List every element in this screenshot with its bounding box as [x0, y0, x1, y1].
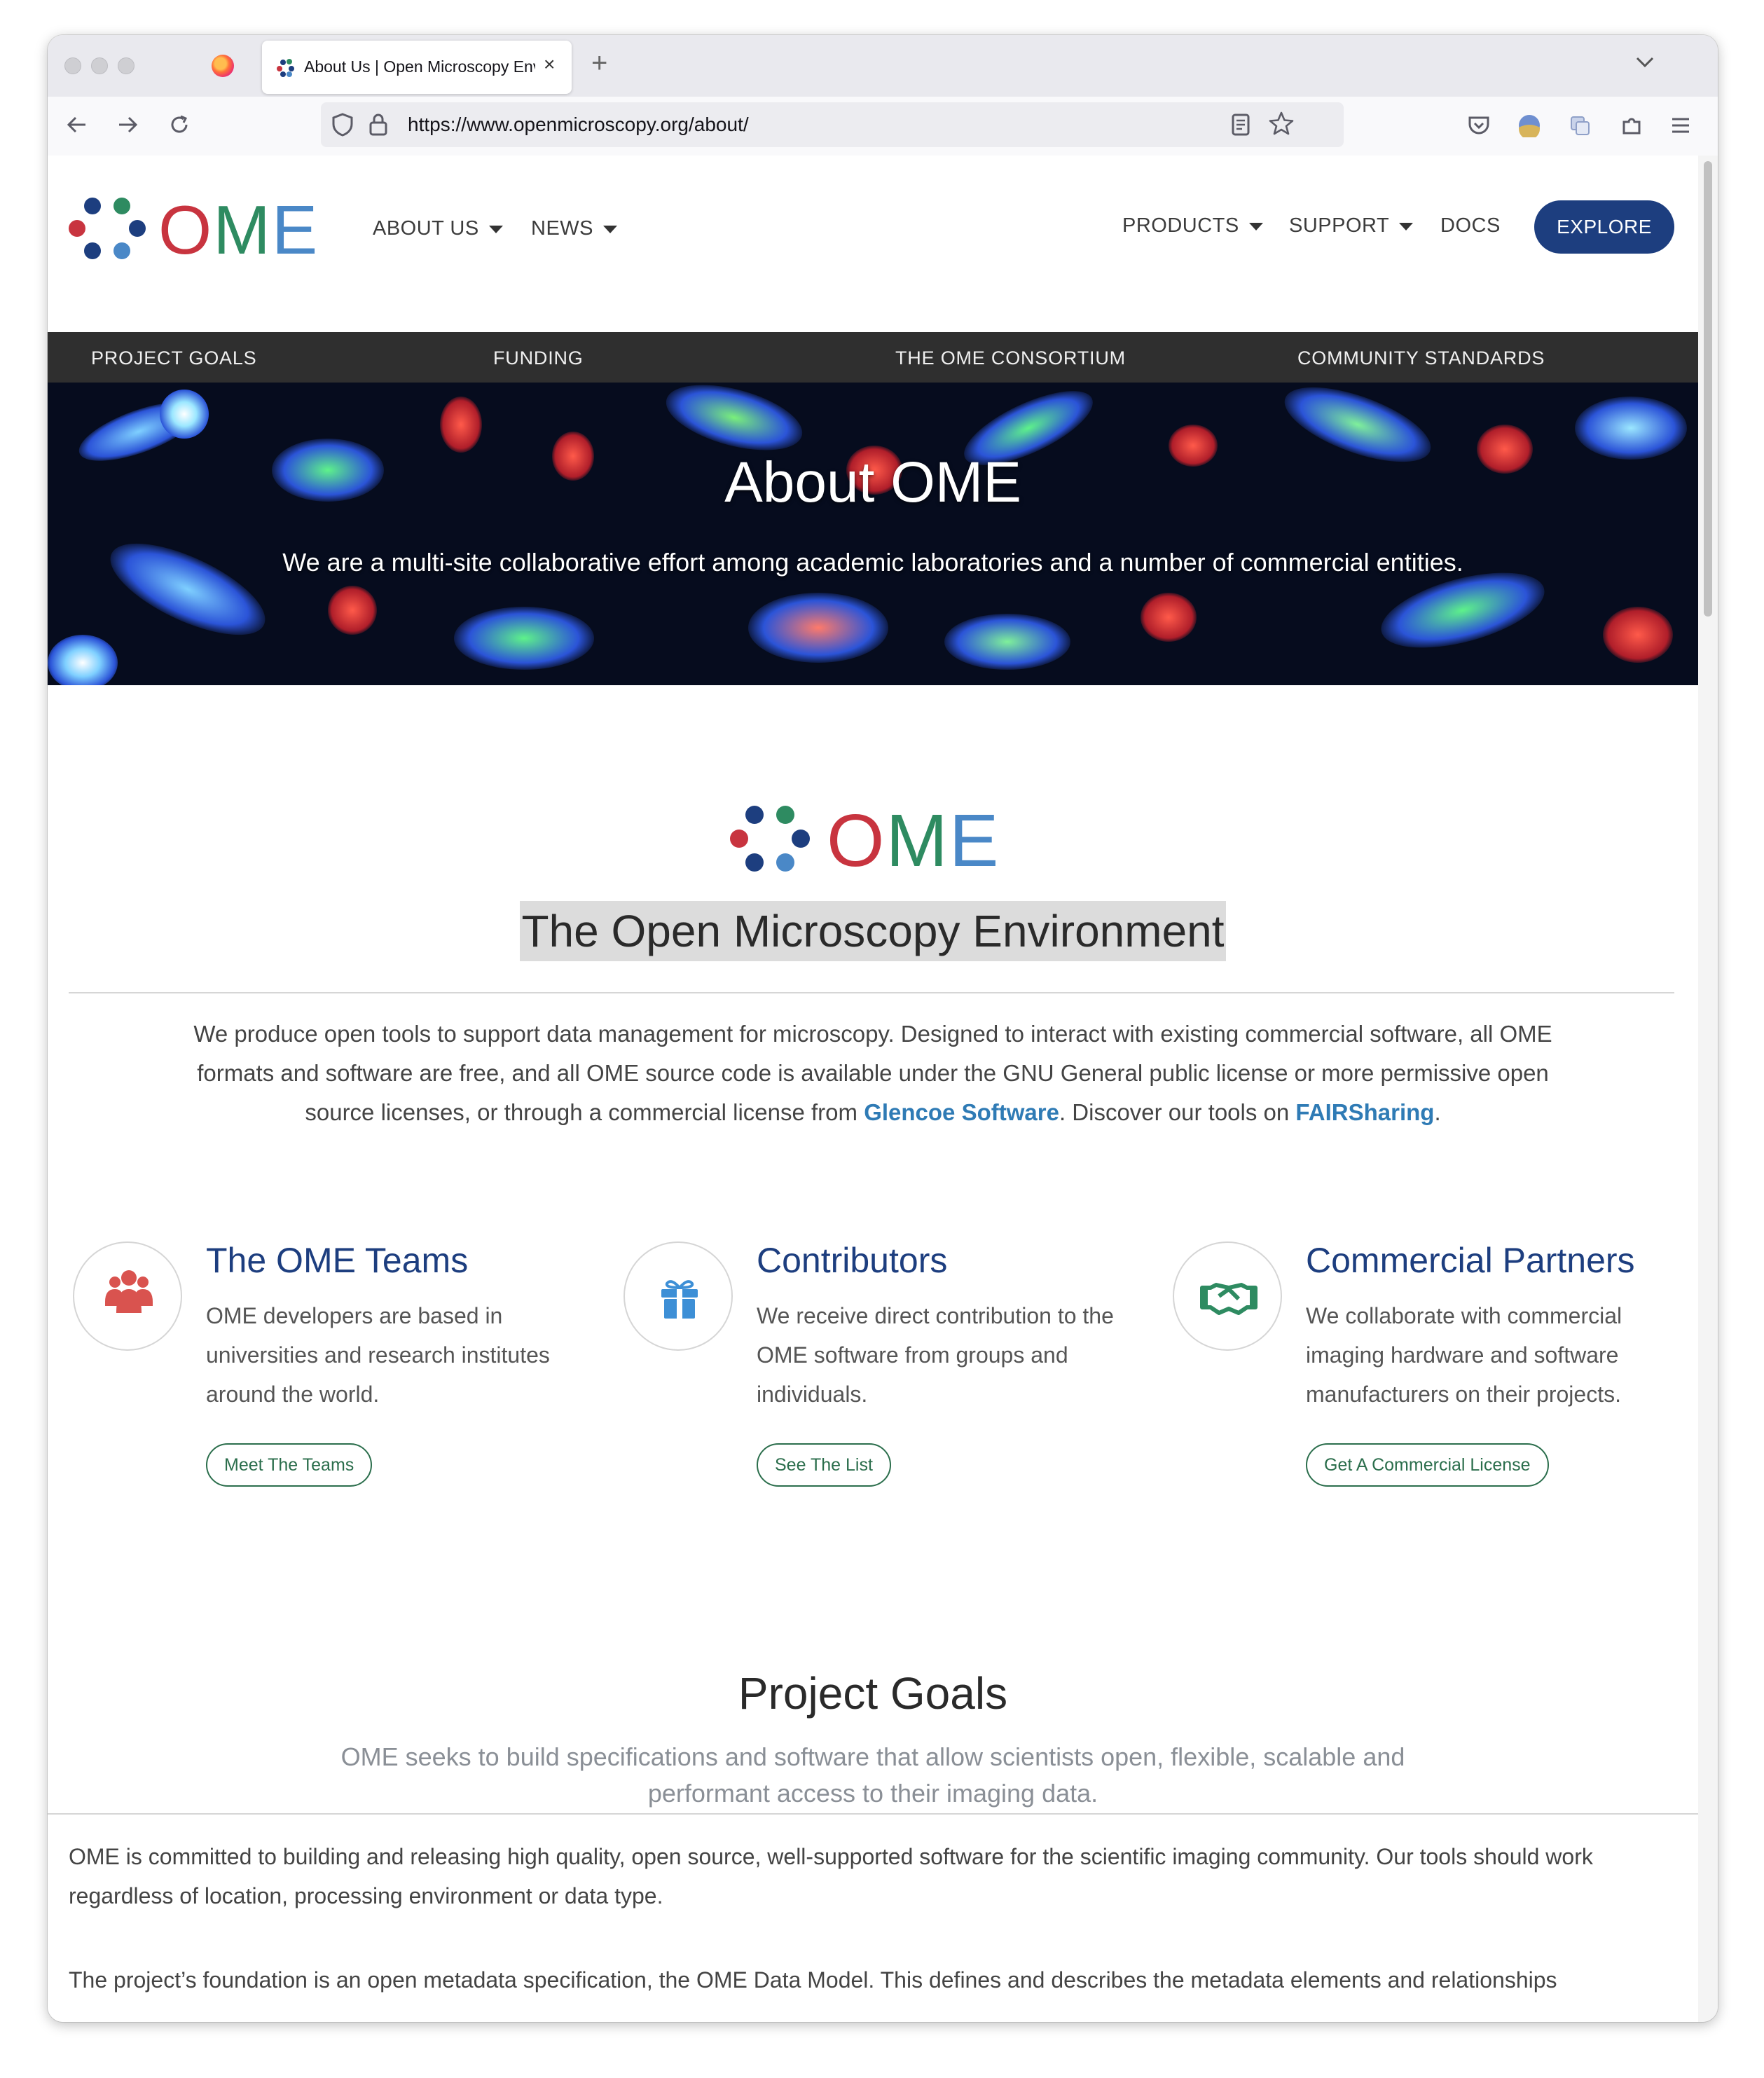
- divider: [48, 1813, 1698, 1815]
- tab-title: About Us | Open Microscopy Environment: [304, 57, 535, 76]
- web-page: OME ABOUT US NEWS PRODUCTS SUPPORT DOCS …: [48, 156, 1698, 2022]
- main-logo: OME: [730, 801, 1024, 879]
- sub-navigation: PROJECT GOALS FUNDING THE OME CONSORTIUM…: [48, 332, 1698, 383]
- logo-dot: [69, 220, 85, 237]
- hero-banner: About OME We are a multi-site collaborat…: [48, 383, 1698, 685]
- logo-dot: [113, 198, 130, 214]
- menu-hamburger-icon[interactable]: [1670, 113, 1691, 142]
- nav-products[interactable]: PRODUCTS: [1122, 214, 1263, 238]
- firefox-icon[interactable]: [212, 55, 234, 77]
- nav-news-label: NEWS: [531, 217, 593, 240]
- subnav-community-standards[interactable]: COMMUNITY STANDARDS: [1297, 348, 1545, 369]
- intro-paragraph: We produce open tools to support data ma…: [188, 1014, 1558, 1132]
- nav-support[interactable]: SUPPORT: [1289, 214, 1414, 238]
- page-title: The Open Microscopy Environment: [520, 901, 1226, 961]
- shield-icon[interactable]: [331, 112, 354, 142]
- ome-favicon-icon: [275, 57, 294, 77]
- tab-active[interactable]: About Us | Open Microscopy Environment ×: [262, 41, 572, 94]
- nav-support-label: SUPPORT: [1289, 214, 1390, 237]
- feature-contributors-icon-circle: [623, 1241, 733, 1351]
- handshake-icon: [1200, 1283, 1257, 1315]
- nav-about-us[interactable]: ABOUT US: [373, 217, 503, 240]
- caret-down-icon: [603, 225, 617, 233]
- close-window-button[interactable]: [64, 57, 81, 74]
- browser-window: About Us | Open Microscopy Environment ×…: [48, 35, 1718, 2022]
- logo-dot: [776, 853, 794, 872]
- main-logo-text: OME: [827, 799, 1000, 882]
- back-icon[interactable]: [64, 112, 90, 142]
- see-the-list-button[interactable]: See The List: [757, 1443, 891, 1487]
- scrollbar-thumb[interactable]: [1704, 161, 1712, 617]
- nav-about-us-label: ABOUT US: [373, 217, 479, 240]
- goals-paragraph-1: OME is committed to building and releasi…: [69, 1844, 1593, 1908]
- nav-news[interactable]: NEWS: [531, 217, 617, 240]
- nav-docs[interactable]: DOCS: [1440, 214, 1501, 238]
- microscopy-background-image: [48, 383, 1698, 685]
- explore-button[interactable]: EXPLORE: [1534, 200, 1674, 254]
- feature-partners-title: Commercial Partners: [1306, 1241, 1635, 1280]
- subnav-funding[interactable]: FUNDING: [493, 348, 584, 369]
- divider: [69, 992, 1674, 993]
- feature-contributors-title: Contributors: [757, 1241, 948, 1280]
- logo-dot: [776, 806, 794, 824]
- logo-dot: [730, 830, 748, 848]
- feature-contributors-text: We receive direct contribution to the OM…: [757, 1303, 1114, 1407]
- header-logo[interactable]: OME: [69, 192, 328, 269]
- feature-teams-icon-circle: [73, 1241, 182, 1351]
- forward-icon[interactable]: [115, 112, 140, 142]
- caret-down-icon: [488, 225, 503, 233]
- account-avatar-icon[interactable]: [1517, 113, 1541, 142]
- reload-icon[interactable]: [167, 112, 192, 142]
- url-bar[interactable]: https://www.openmicroscopy.org/about/: [321, 102, 1344, 147]
- gift-icon: [661, 1280, 698, 1319]
- logo-dot: [84, 198, 101, 214]
- project-goals-title: Project Goals: [738, 1668, 1008, 1719]
- get-commercial-license-button[interactable]: Get A Commercial License: [1306, 1443, 1549, 1487]
- main-title-wrap: The Open Microscopy Environment: [48, 901, 1698, 961]
- maximize-window-button[interactable]: [118, 57, 135, 74]
- feature-teams-title: The OME Teams: [206, 1241, 469, 1280]
- lock-icon[interactable]: [368, 112, 388, 142]
- logo-dot: [129, 220, 146, 237]
- nav-toolbar: https://www.openmicroscopy.org/about/: [48, 97, 1718, 157]
- tab-close-icon[interactable]: ×: [544, 53, 555, 76]
- reader-view-icon[interactable]: [1230, 112, 1251, 142]
- glencoe-software-link[interactable]: Glencoe Software: [864, 1099, 1059, 1125]
- project-goals-subtitle: OME seeks to build specifications and so…: [340, 1742, 1405, 1808]
- subnav-project-goals[interactable]: PROJECT GOALS: [91, 348, 256, 369]
- meet-the-teams-button[interactable]: Meet The Teams: [206, 1443, 373, 1487]
- logo-dot: [792, 830, 810, 848]
- caret-down-icon: [1248, 222, 1263, 230]
- intro-text: . Discover our tools on: [1059, 1099, 1296, 1125]
- subnav-ome-consortium[interactable]: THE OME CONSORTIUM: [895, 348, 1126, 369]
- feature-partners-text: We collaborate with commercial imaging h…: [1306, 1303, 1622, 1407]
- hero-title: About OME: [724, 450, 1021, 514]
- extension-icon[interactable]: [1568, 113, 1592, 142]
- logo-dot: [84, 242, 101, 259]
- goals-paragraph-2: The project’s foundation is an open meta…: [69, 1967, 1557, 1993]
- intro-text: .: [1434, 1099, 1441, 1125]
- bookmark-star-icon[interactable]: [1268, 111, 1295, 142]
- feature-partners-icon-circle: [1173, 1241, 1282, 1351]
- caret-down-icon: [1399, 222, 1414, 230]
- new-tab-button[interactable]: +: [591, 48, 607, 79]
- list-all-tabs-icon[interactable]: [1635, 52, 1655, 74]
- extensions-puzzle-icon[interactable]: [1620, 113, 1644, 142]
- fairsharing-link[interactable]: FAIRSharing: [1295, 1099, 1434, 1125]
- tab-strip: About Us | Open Microscopy Environment ×…: [48, 35, 1718, 97]
- header-logo-text: OME: [158, 191, 319, 268]
- nav-products-label: PRODUCTS: [1122, 214, 1239, 237]
- url-text[interactable]: https://www.openmicroscopy.org/about/: [408, 113, 749, 136]
- page-scrollbar[interactable]: [1698, 156, 1718, 2022]
- logo-dot: [745, 806, 764, 824]
- hero-subtitle: We are a multi-site collaborative effort…: [282, 548, 1463, 577]
- logo-dot: [745, 853, 764, 872]
- users-icon: [105, 1270, 153, 1313]
- pocket-icon[interactable]: [1467, 113, 1491, 142]
- feature-teams-text: OME developers are based in universities…: [206, 1303, 550, 1407]
- minimize-window-button[interactable]: [91, 57, 108, 74]
- logo-dot: [113, 242, 130, 259]
